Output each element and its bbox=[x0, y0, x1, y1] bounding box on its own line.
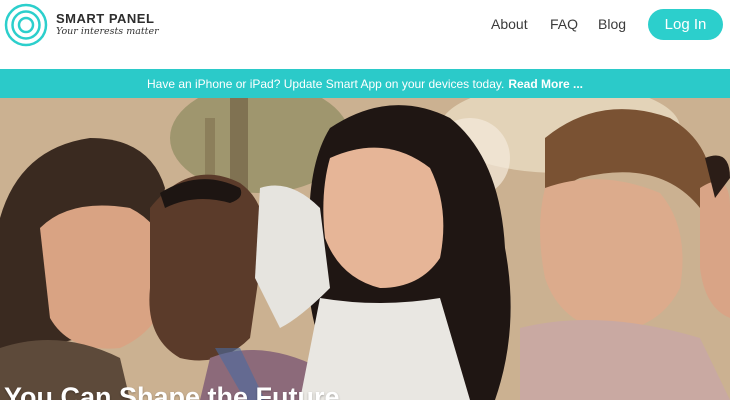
nav-faq-link[interactable]: FAQ bbox=[550, 16, 578, 32]
logo-icon[interactable] bbox=[4, 3, 48, 47]
announcement-banner: Have an iPhone or iPad? Update Smart App… bbox=[0, 69, 730, 98]
brand-tagline: Your interests matter bbox=[56, 26, 159, 37]
read-more-link[interactable]: Read More ... bbox=[508, 77, 583, 91]
hero-heading: You Can Shape the Future bbox=[4, 382, 340, 400]
hero-image: You Can Shape the Future bbox=[0, 98, 730, 400]
nav-blog-link[interactable]: Blog bbox=[598, 16, 626, 32]
nav-about-link[interactable]: About bbox=[491, 16, 528, 32]
login-button[interactable]: Log In bbox=[648, 9, 723, 40]
group-of-friends-photo-icon bbox=[0, 98, 730, 400]
banner-text: Have an iPhone or iPad? Update Smart App… bbox=[146, 76, 505, 91]
brand-name[interactable]: SMART PANEL bbox=[56, 11, 154, 26]
site-header: SMART PANEL Your interests matter About … bbox=[0, 0, 730, 69]
